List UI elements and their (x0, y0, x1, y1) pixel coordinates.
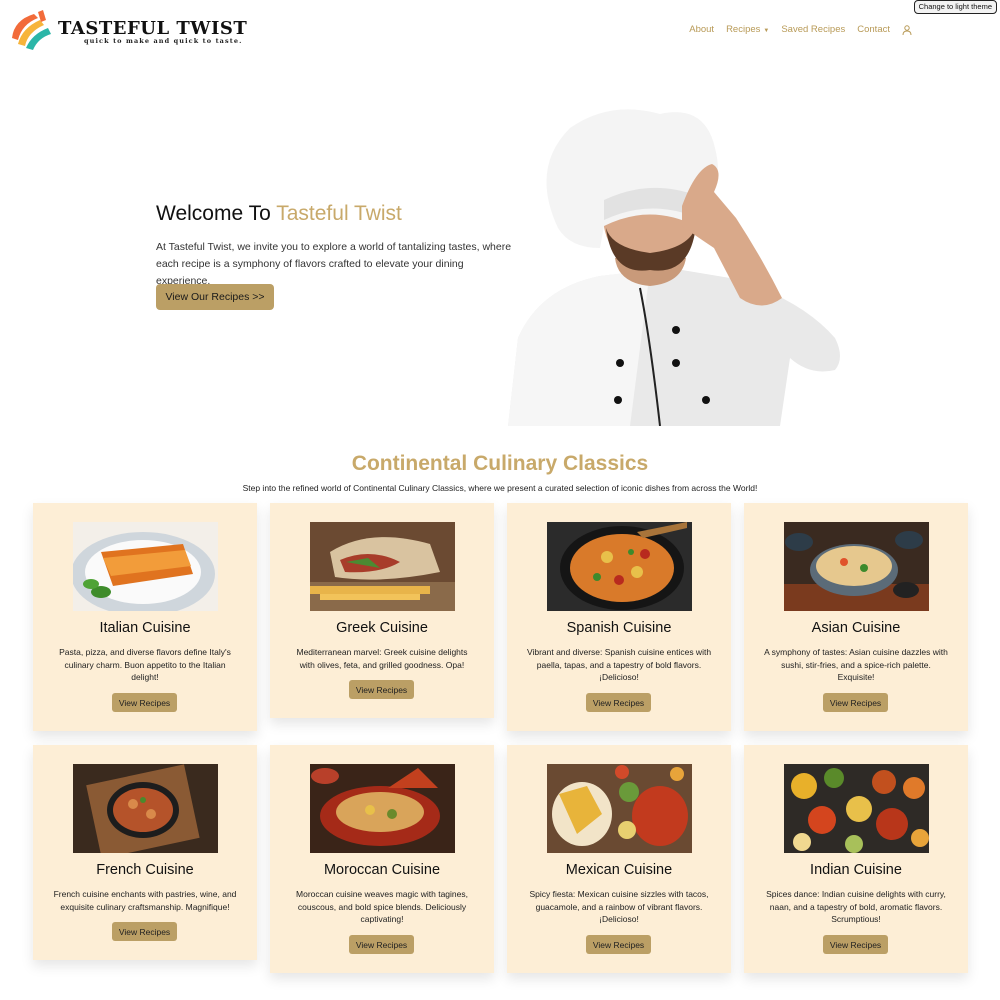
brand-tagline: quick to make and quick to taste. (84, 37, 243, 45)
cuisine-card-indian: Indian Cuisine Spices dance: Indian cuis… (744, 745, 968, 973)
cuisine-card-greek: Greek Cuisine Mediterranean marvel: Gree… (270, 503, 494, 718)
card-description: Mediterranean marvel: Greek cuisine deli… (296, 647, 468, 670)
user-icon[interactable] (902, 24, 912, 35)
view-our-recipes-button[interactable]: View Our Recipes >> (156, 284, 274, 310)
nav-contact[interactable]: Contact (857, 24, 890, 35)
card-description: A symphony of tastes: Asian cuisine dazz… (764, 647, 948, 683)
cuisine-card-mexican: Mexican Cuisine Spicy fiesta: Mexican cu… (507, 745, 731, 973)
french-dish-image (73, 764, 218, 853)
nav-saved-recipes[interactable]: Saved Recipes (781, 24, 845, 35)
card-title: Asian Cuisine (811, 620, 901, 636)
view-recipes-button[interactable]: View Recipes (349, 680, 414, 699)
indian-dish-image (784, 764, 929, 853)
card-title: Mexican Cuisine (565, 862, 673, 878)
view-recipes-button[interactable]: View Recipes (823, 693, 888, 712)
card-title: Moroccan Cuisine (323, 862, 441, 878)
card-description: Moroccan cuisine weaves magic with tagin… (296, 889, 468, 925)
mexican-dish-image (547, 764, 692, 853)
section-subtitle: Step into the refined world of Continent… (242, 483, 758, 493)
brand-name[interactable]: TASTEFUL TWIST (58, 18, 247, 39)
nav-about[interactable]: About (689, 24, 714, 35)
card-title: Italian Cuisine (99, 620, 191, 636)
chef-photo (508, 109, 840, 426)
nav-recipes-label: Recipes (726, 24, 761, 35)
cuisine-card-italian: Italian Cuisine Pasta, pizza, and divers… (33, 503, 257, 731)
greek-dish-image (310, 522, 455, 611)
card-description: Vibrant and diverse: Spanish cuisine ent… (526, 647, 712, 683)
card-description: Pasta, pizza, and diverse flavors define… (59, 647, 231, 683)
hero-description: At Tasteful Twist, we invite you to expl… (156, 241, 512, 287)
nav-recipes-dropdown[interactable]: Recipes ▼ (726, 24, 769, 35)
view-recipes-button[interactable]: View Recipes (349, 935, 414, 954)
asian-dish-image (784, 522, 929, 611)
hero-title: Welcome To Tasteful Twist (156, 202, 402, 226)
cuisine-card-asian: Asian Cuisine A symphony of tastes: Asia… (744, 503, 968, 731)
card-description: Spices dance: Indian cuisine delights wi… (766, 889, 946, 925)
logo-icon[interactable] (8, 8, 54, 52)
cuisine-card-french: French Cuisine French cuisine enchants w… (33, 745, 257, 960)
view-recipes-button[interactable]: View Recipes (586, 693, 651, 712)
cuisine-card-spanish: Spanish Cuisine Vibrant and diverse: Spa… (507, 503, 731, 731)
view-recipes-button[interactable]: View Recipes (112, 922, 177, 941)
card-title: Spanish Cuisine (566, 620, 672, 636)
moroccan-dish-image (310, 764, 455, 853)
view-recipes-button[interactable]: View Recipes (586, 935, 651, 954)
view-recipes-button[interactable]: View Recipes (112, 693, 177, 712)
spanish-dish-image (547, 522, 692, 611)
italian-dish-image (73, 522, 218, 611)
card-description: French cuisine enchants with pastries, w… (53, 889, 237, 912)
card-description: Spicy fiesta: Mexican cuisine sizzles wi… (529, 889, 709, 925)
section-title: Continental Culinary Classics (351, 452, 649, 475)
view-recipes-button[interactable]: View Recipes (823, 935, 888, 954)
theme-toggle-button[interactable]: Change to light theme (913, 0, 997, 14)
card-title: French Cuisine (96, 862, 194, 878)
cuisine-card-moroccan: Moroccan Cuisine Moroccan cuisine weaves… (270, 745, 494, 973)
main-nav: About Recipes ▼ Saved Recipes Contact (689, 24, 912, 35)
card-title: Indian Cuisine (810, 862, 902, 878)
site-header: TASTEFUL TWIST quick to make and quick t… (0, 0, 1000, 60)
hero-title-prefix: Welcome To (156, 202, 277, 225)
hero-title-accent: Tasteful Twist (276, 202, 402, 225)
chevron-down-icon: ▼ (763, 28, 770, 34)
card-title: Greek Cuisine (336, 620, 428, 636)
